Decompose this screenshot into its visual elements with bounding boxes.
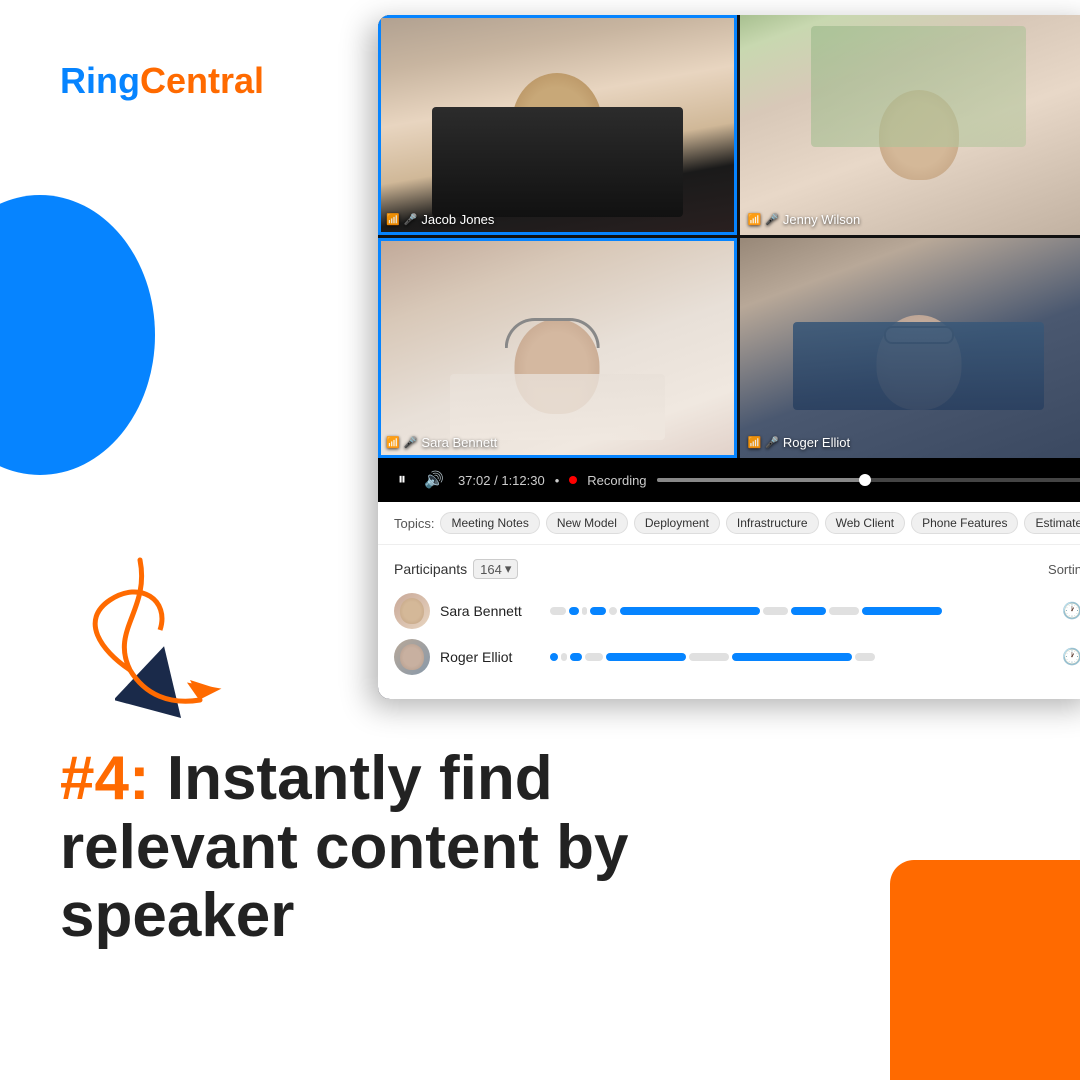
topics-label: Topics: xyxy=(394,516,434,531)
clock-icon-sara: 🕐 xyxy=(1062,601,1080,621)
signal-icon-jacob: 📶 xyxy=(386,213,400,226)
mic-icon-roger: 🎤 xyxy=(765,436,779,449)
video-cell-sara: 📶 🎤 Sara Bennett xyxy=(378,238,737,458)
progress-fill xyxy=(657,478,865,482)
avatar-sara xyxy=(394,593,430,629)
participants-header: Participants 164 ▾ Sortin xyxy=(394,559,1080,579)
recording-label: Recording xyxy=(587,473,646,488)
time-display: 37:02 / 1:12:30 xyxy=(458,473,545,488)
topic-infrastructure[interactable]: Infrastructure xyxy=(726,512,819,534)
participants-panel: Participants 164 ▾ Sortin Sara Bennett xyxy=(378,545,1080,699)
topic-new-model[interactable]: New Model xyxy=(546,512,628,534)
video-cell-jenny: 📶 🎤 Jenny Wilson xyxy=(740,15,1080,235)
signal-icon-jenny: 📶 xyxy=(748,213,762,226)
jacob-label: 📶 🎤 Jacob Jones xyxy=(386,212,494,227)
roger-name: Roger Elliot xyxy=(783,435,850,450)
jacob-name: Jacob Jones xyxy=(421,212,494,227)
participant-row-sara: Sara Bennett 🕐 xyxy=(394,593,1080,629)
pause-button[interactable]: ⏸ xyxy=(394,469,410,491)
roger-label: 📶 🎤 Roger Elliot xyxy=(748,435,851,450)
recording-dot xyxy=(569,476,577,484)
participants-title: Participants 164 ▾ xyxy=(394,559,518,579)
cta-number: #4: xyxy=(60,744,150,813)
topic-web-client[interactable]: Web Client xyxy=(825,512,905,534)
video-cell-jacob: 📶 🎤 Jacob Jones xyxy=(378,15,737,235)
mic-icon-jacob: 🎤 xyxy=(404,213,418,226)
orange-arrow-decoration xyxy=(90,530,400,720)
roger-timeline[interactable] xyxy=(550,647,1052,667)
video-cell-roger: 📶 🎤 Roger Elliot xyxy=(740,238,1080,458)
avatar-roger xyxy=(394,639,430,675)
jenny-name: Jenny Wilson xyxy=(783,212,860,227)
topic-phone-features[interactable]: Phone Features xyxy=(911,512,1018,534)
logo-central: Central xyxy=(140,60,264,101)
volume-button[interactable]: 🔊 xyxy=(420,468,448,492)
main-panel: 📶 🎤 Jacob Jones 📶 🎤 Jenny Wilson 📶 🎤 xyxy=(378,15,1080,699)
video-grid: 📶 🎤 Jacob Jones 📶 🎤 Jenny Wilson 📶 🎤 xyxy=(378,15,1080,458)
cta-section: #4: Instantly find relevant content by s… xyxy=(60,745,660,950)
cta-text: #4: Instantly find relevant content by s… xyxy=(60,745,660,950)
control-bar: ⏸ 🔊 37:02 / 1:12:30 • Recording xyxy=(378,458,1080,502)
topics-bar: Topics: Meeting Notes New Model Deployme… xyxy=(378,502,1080,545)
progress-thumb xyxy=(859,474,871,486)
jenny-label: 📶 🎤 Jenny Wilson xyxy=(748,212,861,227)
total-time: 1:12:30 xyxy=(501,473,544,488)
sara-name: Sara Bennett xyxy=(421,435,497,450)
sara-label: 📶 🎤 Sara Bennett xyxy=(386,435,497,450)
participant-row-roger: Roger Elliot 🕐 xyxy=(394,639,1080,675)
sara-participant-name: Sara Bennett xyxy=(440,603,540,619)
participants-label: Participants xyxy=(394,561,467,577)
topic-estimates[interactable]: Estimates xyxy=(1024,512,1080,534)
signal-icon-sara: 📶 xyxy=(386,436,400,449)
blue-blob-decoration xyxy=(0,185,210,485)
roger-participant-name: Roger Elliot xyxy=(440,649,540,665)
mic-icon-sara: 🎤 xyxy=(404,436,418,449)
logo-ring: Ring xyxy=(60,60,140,101)
clock-icon-roger: 🕐 xyxy=(1062,647,1080,667)
current-time: 37:02 xyxy=(458,473,491,488)
topic-deployment[interactable]: Deployment xyxy=(634,512,720,534)
mic-icon-jenny: 🎤 xyxy=(765,213,779,226)
logo: RingCentral xyxy=(60,60,264,102)
participants-count[interactable]: 164 ▾ xyxy=(473,559,518,579)
progress-bar[interactable] xyxy=(657,478,1080,482)
topic-meeting-notes[interactable]: Meeting Notes xyxy=(440,512,539,534)
signal-icon-roger: 📶 xyxy=(748,436,762,449)
sara-timeline[interactable] xyxy=(550,601,1052,621)
sorting-label: Sortin xyxy=(1048,562,1080,577)
orange-rect-decoration xyxy=(890,860,1080,1080)
